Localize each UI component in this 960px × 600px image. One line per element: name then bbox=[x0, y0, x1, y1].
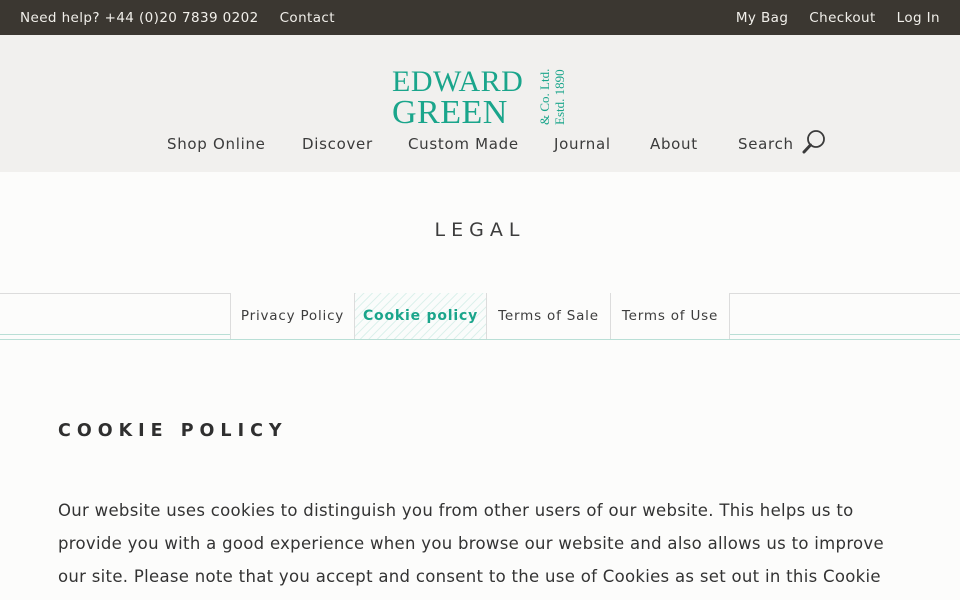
nav-shop-online[interactable]: Shop Online bbox=[167, 131, 266, 157]
magnifier-icon[interactable] bbox=[801, 129, 827, 155]
nav-discover[interactable]: Discover bbox=[302, 131, 373, 157]
topbar-right: My Bag Checkout Log In bbox=[736, 0, 940, 35]
contact-link[interactable]: Contact bbox=[280, 10, 335, 26]
logo-line-2: GREEN bbox=[392, 94, 508, 127]
section-heading: COOKIE POLICY bbox=[58, 421, 288, 441]
tab-privacy-policy[interactable]: Privacy Policy bbox=[230, 293, 354, 339]
login-link[interactable]: Log In bbox=[897, 10, 940, 26]
tab-terms-of-sale[interactable]: Terms of Sale bbox=[486, 293, 610, 339]
help-phone-link[interactable]: Need help? +44 (0)20 7839 0202 bbox=[20, 10, 259, 26]
nav-about[interactable]: About bbox=[650, 131, 698, 157]
section-body-text: Our website uses cookies to distinguish … bbox=[58, 501, 884, 586]
logo-side-2: Estd. 1890 bbox=[552, 69, 567, 125]
main-navigation: Shop Online Discover Custom Made Journal… bbox=[0, 129, 960, 157]
logo-side-1: & Co. Ltd. bbox=[537, 69, 552, 125]
site-header: EDWARD GREEN & Co. Ltd. Estd. 1890 Shop … bbox=[0, 35, 960, 172]
tab-terms-of-use[interactable]: Terms of Use bbox=[610, 293, 730, 339]
nav-custom-made[interactable]: Custom Made bbox=[408, 131, 519, 157]
top-utility-bar: Need help? +44 (0)20 7839 0202 Contact M… bbox=[0, 0, 960, 35]
topbar-left: Need help? +44 (0)20 7839 0202 Contact bbox=[20, 0, 335, 35]
tab-cookie-policy[interactable]: Cookie policy bbox=[354, 293, 486, 339]
checkout-link[interactable]: Checkout bbox=[809, 10, 875, 26]
edward-green-logo[interactable]: EDWARD GREEN & Co. Ltd. Estd. 1890 bbox=[392, 63, 572, 127]
nav-journal[interactable]: Journal bbox=[554, 131, 611, 157]
page-title: LEGAL bbox=[434, 219, 526, 241]
my-bag-link[interactable]: My Bag bbox=[736, 10, 788, 26]
nav-search[interactable]: Search bbox=[738, 131, 794, 157]
